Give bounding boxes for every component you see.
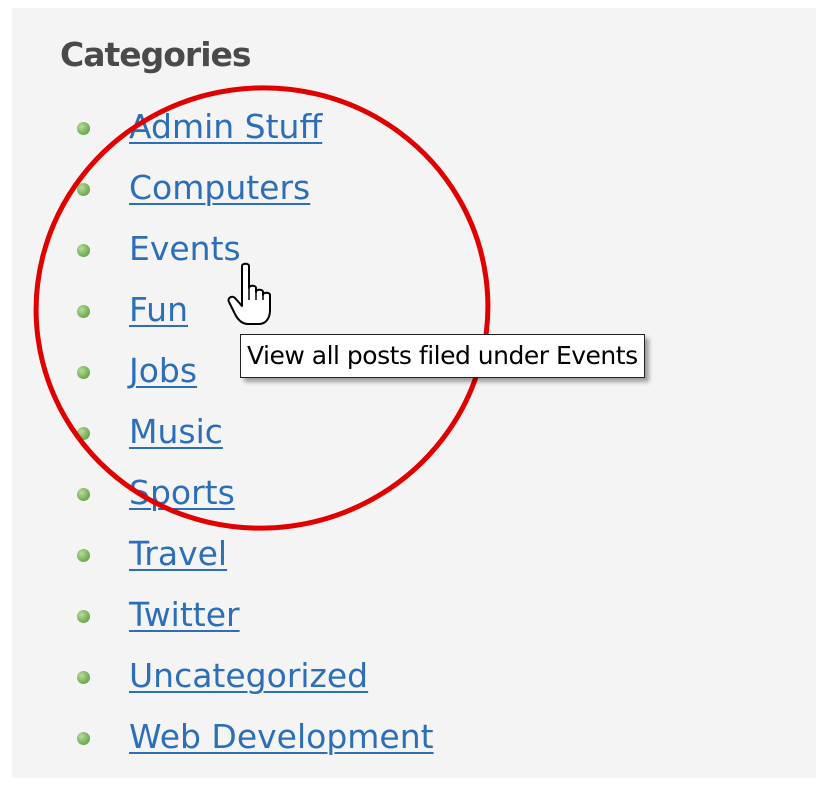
category-item: Fun (0, 286, 560, 336)
link-tooltip: View all posts filed under Events (240, 334, 645, 378)
bullet-icon (77, 427, 90, 440)
category-link-web-development[interactable]: Web Development (129, 717, 434, 757)
category-link-twitter[interactable]: Twitter (129, 595, 240, 635)
category-link-music[interactable]: Music (129, 412, 223, 452)
category-link-computers[interactable]: Computers (129, 168, 310, 208)
bullet-icon (77, 610, 90, 623)
bullet-icon (77, 671, 90, 684)
category-item: Music (0, 408, 560, 458)
bullet-icon (77, 549, 90, 562)
bullet-icon (77, 305, 90, 318)
screenshot-stage: Categories Admin Stuff Computers Events … (0, 0, 821, 790)
bullet-icon (77, 366, 90, 379)
category-item: Web Development (0, 713, 560, 763)
bullet-icon (77, 488, 90, 501)
category-link-travel[interactable]: Travel (129, 534, 227, 574)
widget-heading: Categories (60, 35, 252, 74)
category-item: Events (0, 225, 560, 275)
category-item: Computers (0, 164, 560, 214)
category-link-events[interactable]: Events (129, 229, 241, 269)
category-item: Twitter (0, 591, 560, 641)
bullet-icon (77, 732, 90, 745)
category-link-jobs[interactable]: Jobs (129, 351, 197, 391)
bullet-icon (77, 244, 90, 257)
bullet-icon (77, 122, 90, 135)
category-item: Travel (0, 530, 560, 580)
category-item: Admin Stuff (0, 103, 560, 153)
category-link-uncategorized[interactable]: Uncategorized (129, 656, 368, 696)
category-link-sports[interactable]: Sports (129, 473, 235, 513)
category-item: Uncategorized (0, 652, 560, 702)
category-link-admin-stuff[interactable]: Admin Stuff (129, 107, 322, 147)
category-link-fun[interactable]: Fun (129, 290, 188, 330)
category-item: Sports (0, 469, 560, 519)
bullet-icon (77, 183, 90, 196)
